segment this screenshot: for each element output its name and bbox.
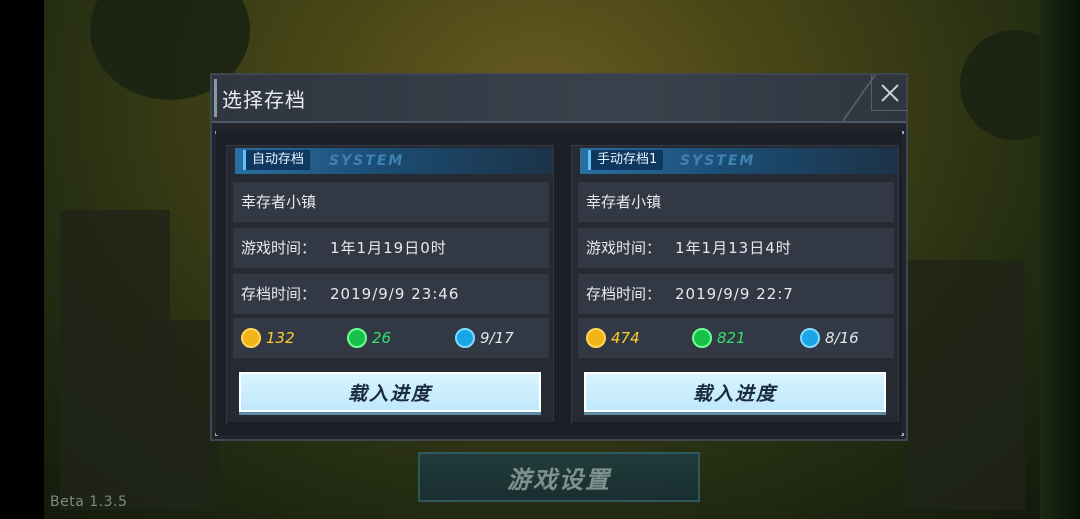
coin-count: 474 — [611, 329, 640, 347]
stats-row: 474 821 8/16 — [578, 318, 894, 358]
coin-icon — [241, 328, 261, 348]
save-slot-tab: 自动存档 SYSTEM — [235, 148, 553, 174]
game-time-label: 游戏时间： — [241, 239, 317, 257]
energy-icon — [692, 328, 712, 348]
system-watermark: SYSTEM — [329, 153, 405, 169]
energy-count: 26 — [372, 329, 392, 347]
close-icon — [881, 83, 899, 102]
coin-stat: 474 — [586, 327, 640, 349]
right-edge — [1040, 0, 1080, 519]
survivor-count: 8/16 — [825, 329, 859, 347]
save-time-row: 存档时间： 2019/9/9 22:7 — [578, 274, 894, 314]
game-time-value: 1年1月19日0时 — [330, 239, 447, 257]
game-time-label: 游戏时间： — [586, 239, 662, 257]
close-button[interactable] — [871, 75, 908, 111]
game-time-value: 1年1月13日4时 — [675, 239, 792, 257]
stats-row: 132 26 9/17 — [233, 318, 549, 358]
save-time-label: 存档时间： — [586, 285, 662, 303]
dialog-title: 选择存档 — [222, 88, 306, 112]
game-settings-button[interactable]: 游戏设置 — [418, 452, 700, 502]
location-name: 幸存者小镇 — [586, 193, 662, 211]
card-bottom-edge — [227, 422, 555, 426]
save-time-value: 2019/9/9 22:7 — [675, 285, 794, 303]
energy-stat: 26 — [347, 327, 391, 349]
survivor-icon — [455, 328, 475, 348]
version-label: Beta 1.3.5 — [50, 494, 128, 510]
survivor-stat: 9/17 — [455, 327, 514, 349]
survivor-icon — [800, 328, 820, 348]
card-bottom-edge — [572, 422, 900, 426]
dialog-header: 选择存档 — [212, 75, 908, 123]
load-progress-button[interactable]: 载入进度 — [239, 372, 541, 412]
save-time-label: 存档时间： — [241, 285, 317, 303]
coin-stat: 132 — [241, 327, 295, 349]
game-time-row: 游戏时间： 1年1月13日4时 — [578, 228, 894, 268]
coin-icon — [586, 328, 606, 348]
save-slot-auto[interactable]: 自动存档 SYSTEM 幸存者小镇 游戏时间： 1年1月19日0时 存档时间： 20… — [226, 145, 555, 426]
energy-count: 821 — [717, 329, 746, 347]
survivor-count: 9/17 — [480, 329, 514, 347]
save-time-value: 2019/9/9 23:46 — [330, 285, 460, 303]
coin-count: 132 — [266, 329, 295, 347]
location-row: 幸存者小镇 — [233, 182, 549, 222]
energy-icon — [347, 328, 367, 348]
header-accent-bar — [214, 79, 217, 117]
save-slot-list: 自动存档 SYSTEM 幸存者小镇 游戏时间： 1年1月19日0时 存档时间： 20… — [216, 131, 902, 435]
game-time-row: 游戏时间： 1年1月19日0时 — [233, 228, 549, 268]
save-slot-manual-1[interactable]: 手动存档1 SYSTEM 幸存者小镇 游戏时间： 1年1月13日4时 存档时间： 2… — [571, 145, 900, 426]
select-save-dialog: 选择存档 自动存档 SYSTEM 幸存者小镇 游戏时间： 1年1月19日0时 存… — [210, 73, 908, 441]
survivor-stat: 8/16 — [800, 327, 859, 349]
save-slot-title: 手动存档1 — [588, 150, 664, 170]
system-watermark: SYSTEM — [680, 153, 756, 169]
save-slot-title: 自动存档 — [243, 150, 311, 170]
location-row: 幸存者小镇 — [578, 182, 894, 222]
save-slot-tab: 手动存档1 SYSTEM — [580, 148, 898, 174]
location-name: 幸存者小镇 — [241, 193, 317, 211]
save-time-row: 存档时间： 2019/9/9 23:46 — [233, 274, 549, 314]
load-progress-button[interactable]: 载入进度 — [584, 372, 886, 412]
energy-stat: 821 — [692, 327, 746, 349]
left-letterbox — [0, 0, 44, 519]
